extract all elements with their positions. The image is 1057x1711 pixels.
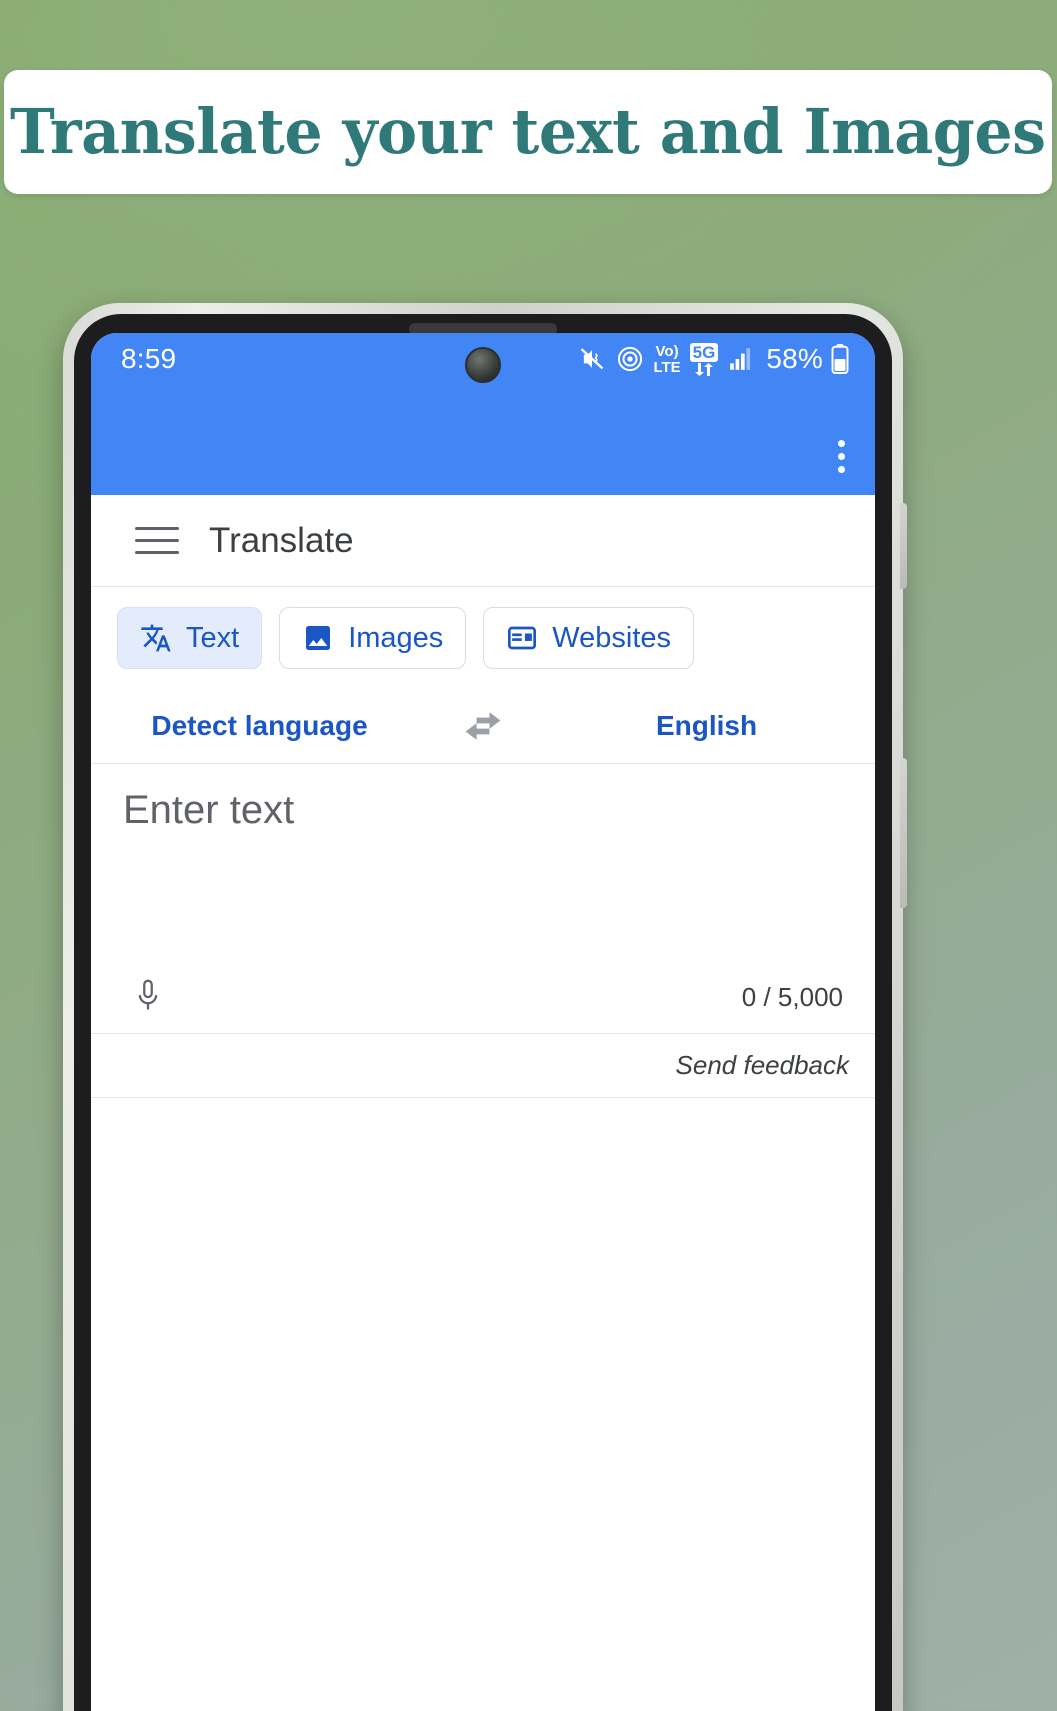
- text-input-footer: 0 / 5,000: [91, 977, 875, 1017]
- text-input-placeholder: Enter text: [123, 788, 295, 832]
- send-feedback-link[interactable]: Send feedback: [676, 1050, 849, 1081]
- character-counter: 0 / 5,000: [741, 981, 843, 1012]
- volte-icon: Vo) LTE: [653, 344, 680, 375]
- promo-banner-card: Translate your text and Images: [4, 70, 1052, 194]
- overflow-dot: [838, 453, 845, 460]
- text-input-area[interactable]: Enter text 0 / 5,000: [91, 764, 875, 1034]
- battery-icon: [831, 344, 849, 374]
- battery-percent-label: 58%: [766, 343, 823, 374]
- network-type-label: 5G: [689, 342, 719, 362]
- language-selector-row: Detect language English: [91, 688, 875, 764]
- tab-images[interactable]: Images: [279, 607, 467, 669]
- tab-websites-label: Websites: [552, 621, 672, 654]
- microphone-icon[interactable]: [133, 977, 163, 1017]
- website-icon: [508, 626, 537, 650]
- volte-top-label: Vo): [655, 342, 679, 360]
- mode-chip-row: Text Images Websites: [91, 588, 875, 688]
- image-icon: [306, 626, 331, 650]
- page-title: Translate: [209, 520, 354, 560]
- translation-result-area: [91, 1098, 875, 1711]
- translate-toolbar: Translate: [91, 495, 875, 587]
- hamburger-menu-icon[interactable]: [135, 523, 179, 558]
- tab-text-label: Text: [186, 621, 240, 654]
- signal-bars-icon: [730, 348, 751, 370]
- hamburger-line: [135, 551, 179, 554]
- phone-power-button[interactable]: [900, 758, 907, 908]
- app-bar: [91, 385, 875, 495]
- tab-text[interactable]: Text: [117, 607, 263, 669]
- front-camera-icon: [465, 347, 501, 383]
- overflow-dot: [838, 440, 845, 447]
- tab-images-label: Images: [348, 621, 444, 654]
- phone-screen: 8:59 Vo) LTE 5G 58% Translate Text Image…: [91, 333, 875, 1711]
- mute-vibrate-icon: [581, 348, 604, 370]
- status-bar-icons: Vo) LTE 5G 58%: [577, 342, 849, 376]
- overflow-menu-icon[interactable]: [830, 432, 853, 481]
- hotspot-icon: [618, 346, 643, 372]
- five-g-data-icon: 5G: [689, 342, 719, 376]
- tab-websites[interactable]: Websites: [483, 607, 695, 669]
- phone-volume-button[interactable]: [900, 503, 907, 589]
- status-bar-clock: 8:59: [121, 343, 177, 374]
- overflow-dot: [838, 466, 845, 473]
- phone-mockup: 8:59 Vo) LTE 5G 58% Translate Text Image…: [63, 303, 907, 1711]
- translate-icon: [141, 624, 171, 652]
- target-language-button[interactable]: English: [538, 710, 875, 742]
- swap-languages-icon[interactable]: [428, 711, 538, 741]
- hamburger-line: [135, 539, 179, 542]
- feedback-row: Send feedback: [91, 1034, 875, 1098]
- hamburger-line: [135, 527, 179, 530]
- promo-banner-title: Translate your text and Images: [10, 95, 1046, 168]
- volte-bottom-label: LTE: [653, 358, 681, 376]
- source-language-button[interactable]: Detect language: [91, 710, 428, 742]
- data-transfer-arrows-icon: [695, 362, 713, 376]
